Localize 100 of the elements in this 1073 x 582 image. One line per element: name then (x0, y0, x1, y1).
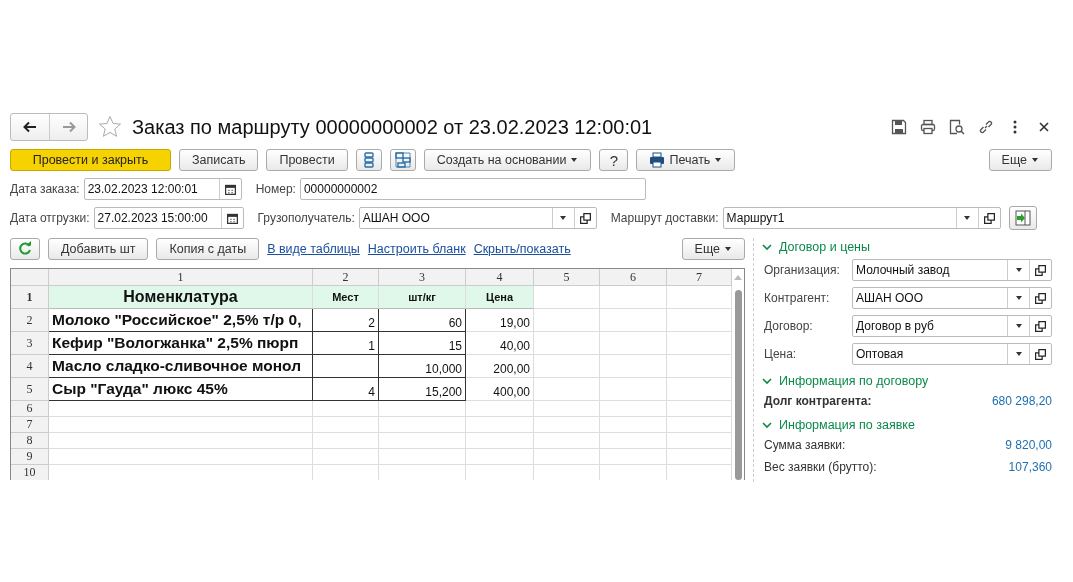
refresh-button[interactable] (10, 238, 40, 260)
open-icon (1034, 291, 1047, 305)
create-based-on-menu[interactable]: Создать на основании (423, 149, 592, 171)
back-arrow-icon (22, 119, 38, 135)
caret-icon (1014, 350, 1023, 358)
more-menu[interactable]: Еще (988, 149, 1052, 171)
select-field[interactable]: Молочный завод (852, 259, 1052, 281)
caret-icon (1014, 294, 1023, 302)
structure-icon (394, 152, 411, 168)
print-button[interactable] (920, 119, 936, 135)
table-cell: Кефир "Вологжанка" 2,5% пюрп (49, 332, 313, 355)
date-field[interactable]: 27.02.2023 15:00:00 (93, 207, 244, 229)
table-cell: Сыр "Гауда" люкс 45% (49, 378, 313, 401)
toolbar-button[interactable]: ? (599, 149, 629, 171)
toolbar-button[interactable]: Записать (179, 149, 259, 171)
row-number: 4 (11, 355, 49, 378)
table-cell: 60 (379, 309, 466, 332)
chevron-icon[interactable] (762, 420, 772, 430)
open-icon (1034, 347, 1047, 361)
field-label: Цена: (764, 347, 798, 361)
input-field[interactable]: 00000000002 (299, 178, 646, 200)
select-field[interactable]: АШАН ООО (358, 207, 597, 229)
caret-icon (559, 214, 568, 222)
select-field[interactable]: Маршрут1 (722, 207, 1001, 229)
caret-icon (1014, 266, 1023, 274)
empty-cell (600, 355, 667, 378)
row-number: 5 (11, 378, 49, 401)
structure-button[interactable] (389, 149, 416, 171)
empty-cell (466, 417, 534, 433)
table-cell: 40,00 (466, 332, 534, 355)
panel-toggle-button[interactable] (1008, 206, 1037, 230)
table-cell: Масло сладко-сливочное монол (49, 355, 313, 378)
open-icon (578, 211, 592, 225)
open-icon (982, 211, 996, 225)
empty-cell (313, 449, 379, 465)
row-number: 9 (11, 449, 49, 465)
table-cell: 15 (379, 332, 466, 355)
empty-cell (600, 378, 667, 401)
info-label: Сумма заявки: (764, 438, 846, 452)
empty-cell (534, 433, 600, 449)
link-button[interactable] (978, 119, 994, 135)
row-number: 3 (11, 332, 49, 355)
empty-cell (600, 401, 667, 417)
table-cell: 10,000 (379, 355, 466, 378)
empty-cell (466, 401, 534, 417)
preview-button[interactable] (949, 119, 965, 135)
info-label: Долг контрагента: (764, 394, 872, 408)
corner-cell (11, 269, 49, 286)
caret-icon (1014, 322, 1023, 330)
chevron-icon[interactable] (762, 242, 772, 252)
empty-cell (600, 309, 667, 332)
table-cell: 4 (313, 378, 379, 401)
column-header: 4 (466, 269, 534, 286)
chevron-icon[interactable] (762, 376, 772, 386)
select-field[interactable]: Оптовая (852, 343, 1052, 365)
empty-cell (534, 417, 600, 433)
section-title[interactable]: Договор и цены (779, 240, 870, 254)
toolbar-button[interactable]: Провести (266, 149, 348, 171)
field-label: Дата заказа: (10, 182, 80, 196)
select-field[interactable]: Договор в руб (852, 315, 1052, 337)
caret-icon (963, 214, 972, 222)
empty-cell (313, 355, 379, 378)
caret-icon (1031, 156, 1039, 164)
print-menu[interactable]: Печать (636, 149, 736, 171)
empty-cell (600, 332, 667, 355)
link[interactable]: Настроить бланк (367, 242, 466, 256)
toolbar-button[interactable]: Копия с даты (156, 238, 260, 260)
field-label: Договор: (764, 319, 814, 333)
header-cell: Цена (466, 286, 534, 309)
table-cell: 200,00 (466, 355, 534, 378)
list-button[interactable] (355, 149, 382, 171)
preview-icon (949, 119, 965, 135)
empty-cell (313, 401, 379, 417)
empty-cell (534, 401, 600, 417)
select-field[interactable]: АШАН ООО (852, 287, 1052, 309)
field-label: Контрагент: (764, 291, 831, 305)
empty-cell (600, 417, 667, 433)
row-number: 8 (11, 433, 49, 449)
link[interactable]: Скрыть/показать (473, 242, 571, 256)
link[interactable]: В виде таблицы (267, 242, 360, 256)
caret-icon (570, 156, 579, 164)
empty-cell (600, 286, 667, 309)
column-header: 1 (49, 269, 313, 286)
column-header: 6 (600, 269, 667, 286)
post-close-button[interactable]: Провести и закрыть (10, 149, 171, 171)
section-title[interactable]: Информация по заявке (779, 418, 915, 432)
empty-cell (600, 449, 667, 465)
star-icon[interactable] (98, 115, 122, 139)
toolbar-button[interactable]: Добавить шт (48, 238, 149, 260)
info-value: 680 298,20 (991, 394, 1052, 408)
save-button[interactable] (891, 119, 907, 135)
scrollbar-thumb[interactable] (734, 290, 742, 480)
section-title[interactable]: Информация по договору (779, 374, 929, 388)
open-icon (1034, 319, 1047, 333)
field-label: Маршрут доставки: (610, 211, 719, 225)
forward-arrow-icon (60, 119, 77, 135)
header-cell: шт/кг (379, 286, 466, 309)
date-field[interactable]: 23.02.2023 12:00:01 (83, 178, 242, 200)
more-menu[interactable]: Еще (681, 238, 745, 260)
calendar-icon (223, 182, 237, 196)
